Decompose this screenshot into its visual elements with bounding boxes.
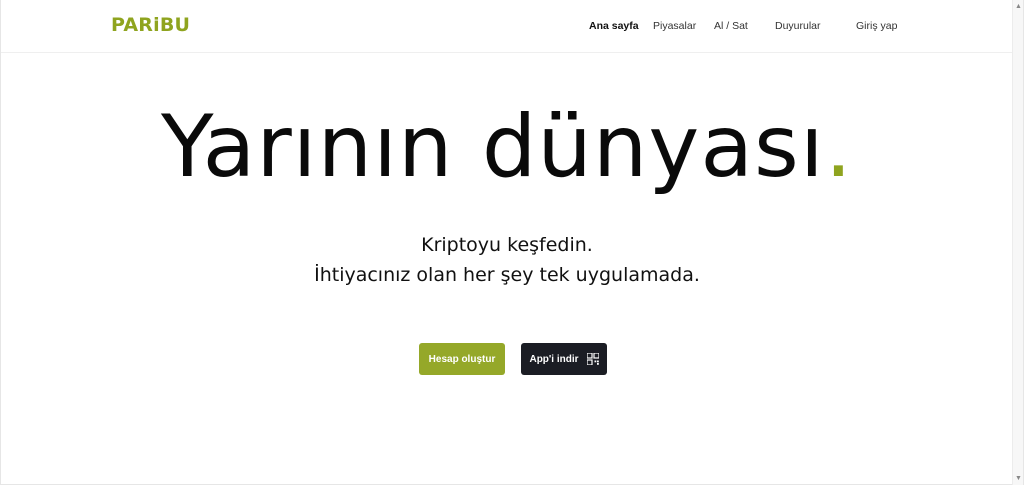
- nav-markets[interactable]: Piyasalar: [653, 20, 696, 32]
- hero-headline: Yarının dünyası.: [1, 96, 1013, 199]
- scroll-down-icon[interactable]: ▼: [1015, 475, 1022, 482]
- header: PARiBU Ana sayfa Piyasalar Al / Sat Duyu…: [1, 0, 1013, 53]
- hero-subtitle-line1: Kriptoyu keşfedin.: [421, 234, 593, 256]
- page: PARiBU Ana sayfa Piyasalar Al / Sat Duyu…: [0, 0, 1024, 485]
- hero-headline-text: Yarının dünyası: [160, 97, 825, 197]
- download-app-label: App'i indir: [529, 353, 579, 365]
- paribu-logo[interactable]: PARiBU: [111, 14, 190, 36]
- nav-login[interactable]: Giriş yap: [856, 20, 897, 32]
- scroll-up-icon[interactable]: ▲: [1015, 3, 1022, 10]
- hero-headline-dot: .: [824, 97, 854, 197]
- nav-buy-sell[interactable]: Al / Sat: [714, 20, 748, 32]
- create-account-button[interactable]: Hesap oluştur: [419, 343, 505, 375]
- qr-code-icon: [586, 353, 599, 365]
- scrollbar[interactable]: ▲ ▼: [1012, 0, 1023, 485]
- hero-subtitle-line2: İhtiyacınız olan her şey tek uygulamada.: [314, 264, 700, 286]
- nav-home[interactable]: Ana sayfa: [589, 20, 639, 32]
- download-app-button[interactable]: App'i indir: [521, 343, 607, 375]
- nav-announcements[interactable]: Duyurular: [775, 20, 821, 32]
- create-account-label: Hesap oluştur: [428, 353, 496, 365]
